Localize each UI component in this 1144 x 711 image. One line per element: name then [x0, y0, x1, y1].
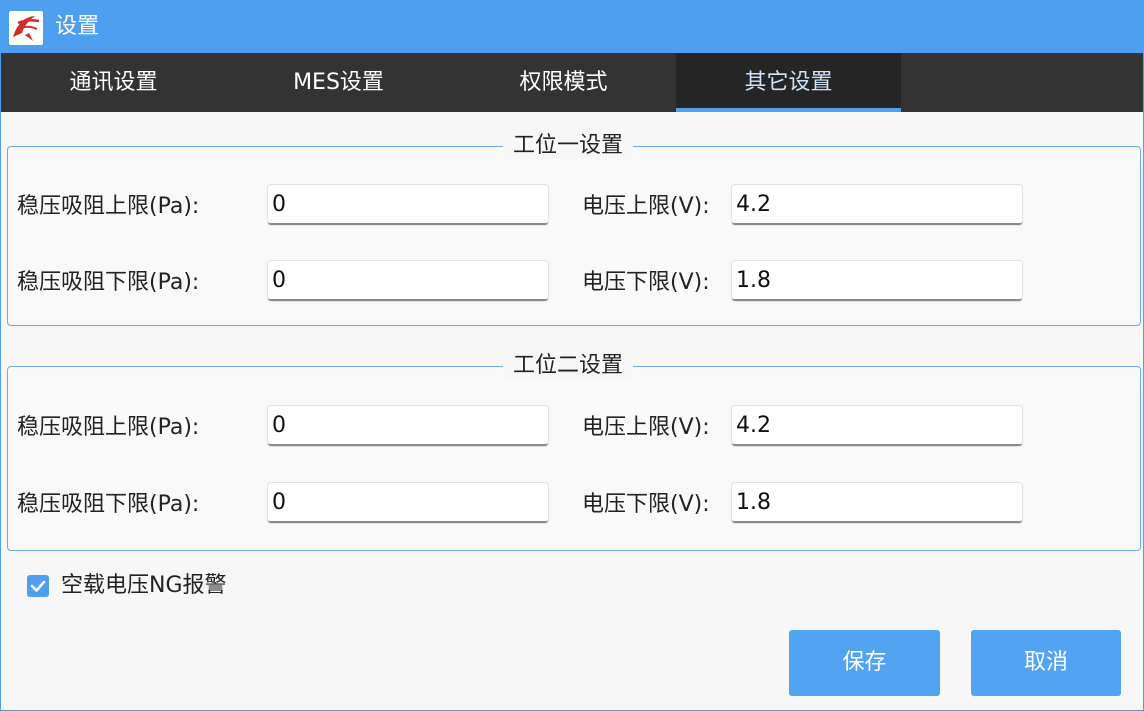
station2-pressure-lower-label: 稳压吸阻下限(Pa): — [17, 492, 200, 517]
station2-title: 工位二设置 — [503, 353, 634, 379]
station2-pressure-upper-label: 稳压吸阻上限(Pa): — [17, 415, 200, 440]
checkmark-icon — [27, 575, 49, 597]
station2-voltage-lower-label: 电压下限(V): — [582, 492, 710, 517]
station1-pressure-lower-label: 稳压吸阻下限(Pa): — [17, 270, 200, 295]
station2-pressure-upper-input[interactable] — [268, 406, 548, 446]
station1-pressure-upper-label: 稳压吸阻上限(Pa): — [17, 194, 200, 219]
cancel-button[interactable]: 取消 — [971, 630, 1121, 696]
tab-communication-settings[interactable]: 通讯设置 — [1, 53, 226, 112]
station2-voltage-upper-input[interactable] — [732, 406, 1022, 446]
no-load-alarm-label: 空载电压NG报警 — [61, 573, 227, 598]
station2-voltage-upper-label: 电压上限(V): — [582, 415, 710, 440]
station1-title: 工位一设置 — [503, 133, 634, 159]
tab-other-settings[interactable]: 其它设置 — [676, 53, 901, 112]
station1-voltage-lower-label: 电压下限(V): — [582, 270, 710, 295]
station1-voltage-upper-label: 电压上限(V): — [582, 194, 710, 219]
title-bar: 设置 — [1, 1, 1143, 53]
station1-group: 工位一设置 稳压吸阻上限(Pa): 电压上限(V): 稳压吸阻下限(Pa): 电… — [7, 133, 1141, 326]
tab-permission-mode[interactable]: 权限模式 — [451, 53, 676, 112]
station1-voltage-upper-input[interactable] — [732, 185, 1022, 225]
station1-voltage-lower-input[interactable] — [732, 261, 1022, 301]
station1-pressure-upper-input[interactable] — [268, 185, 548, 225]
station2-group: 工位二设置 稳压吸阻上限(Pa): 电压上限(V): 稳压吸阻下限(Pa): 电… — [7, 353, 1141, 551]
tab-mes-settings[interactable]: MES设置 — [226, 53, 451, 112]
station2-voltage-lower-input[interactable] — [732, 483, 1022, 523]
no-load-alarm-checkbox[interactable] — [27, 575, 49, 597]
station2-pressure-lower-input[interactable] — [268, 483, 548, 523]
app-logo-icon — [9, 11, 43, 45]
station1-pressure-lower-input[interactable] — [268, 261, 548, 301]
save-button[interactable]: 保存 — [789, 630, 940, 696]
settings-window: 设置 通讯设置 MES设置 权限模式 其它设置 工位一设置 稳压吸阻上限(Pa)… — [0, 0, 1144, 711]
tab-bar: 通讯设置 MES设置 权限模式 其它设置 — [1, 53, 1143, 112]
window-title: 设置 — [55, 14, 100, 39]
